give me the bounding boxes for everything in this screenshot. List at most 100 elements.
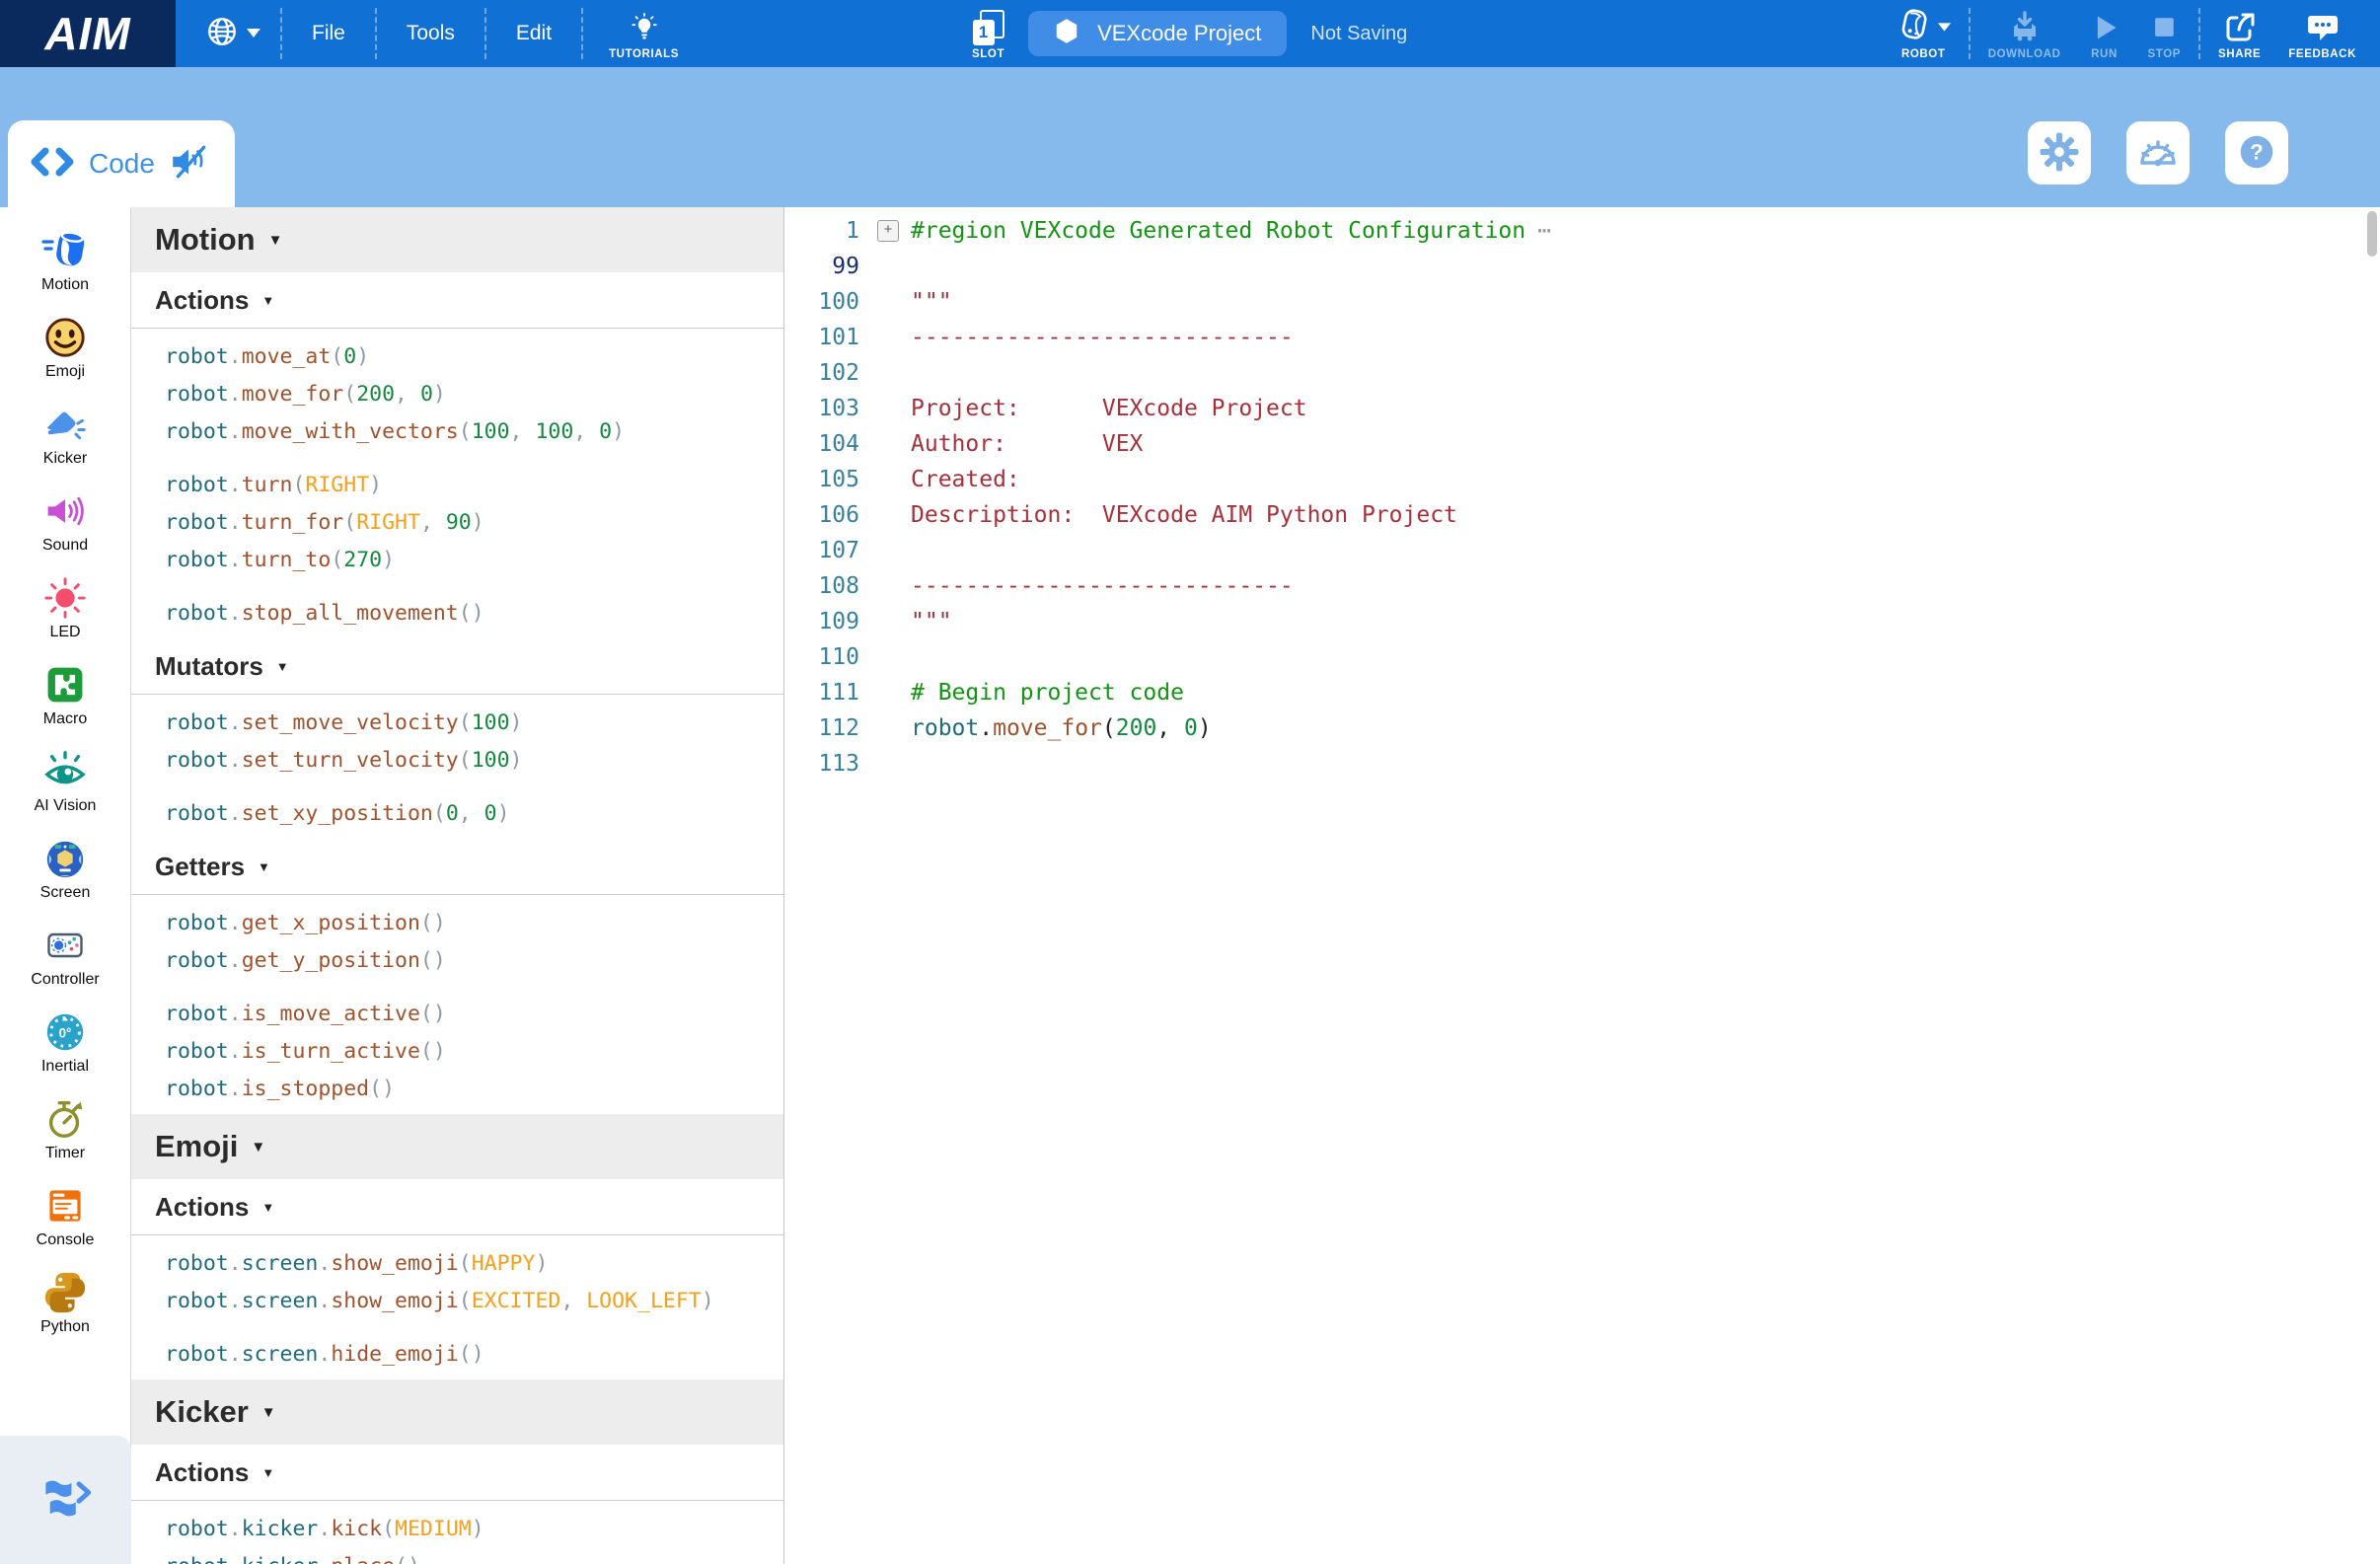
blocks-toggle-button[interactable] — [0, 1436, 131, 1564]
download-button[interactable]: DOWNLOAD — [1974, 0, 2075, 67]
editor-line[interactable]: 99 — [784, 249, 2380, 284]
editor-line[interactable]: 100""" — [784, 284, 2380, 320]
palette-command[interactable]: robot.move_with_vectors(100, 100, 0) — [131, 413, 783, 451]
motion-icon — [41, 227, 89, 274]
code-token: HAPPY — [472, 1251, 536, 1276]
sidebar-item-macro[interactable]: Macro — [0, 651, 130, 738]
sidebar-item-screen[interactable]: Screen — [0, 825, 130, 912]
sidebar-item-controller[interactable]: Controller — [0, 912, 130, 999]
sidebar-item-ai-vision[interactable]: AI Vision — [0, 738, 130, 825]
aim-logo[interactable]: AIM — [0, 0, 176, 67]
editor-line[interactable]: 105Created: — [784, 462, 2380, 497]
palette-command[interactable]: robot.turn_to(270) — [131, 542, 783, 579]
help-button[interactable]: ? — [2225, 121, 2288, 185]
sidebar-item-sound[interactable]: Sound — [0, 478, 130, 564]
sidebar-item-label: LED — [49, 624, 80, 641]
editor-line[interactable]: 107 — [784, 533, 2380, 568]
device-dashboard-button[interactable] — [2126, 121, 2190, 185]
code-token: , — [395, 382, 420, 407]
project-name-button[interactable]: VEXcode Project — [1028, 11, 1287, 56]
code-token: ) — [1198, 715, 1212, 741]
sidebar-item-emoji[interactable]: Emoji — [0, 304, 130, 391]
palette-section-emoji[interactable]: Emoji▼ — [131, 1114, 783, 1179]
editor-line[interactable]: 103Project: VEXcode Project — [784, 391, 2380, 426]
editor-line[interactable]: 1+#region VEXcode Generated Robot Config… — [784, 213, 2380, 249]
palette-group-motion-actions[interactable]: Actions▼ — [131, 272, 783, 329]
palette-command[interactable]: robot.turn(RIGHT) — [131, 467, 783, 504]
code-token: 200 — [356, 382, 395, 407]
code-token: . — [229, 344, 242, 369]
sidebar-item-console[interactable]: Console — [0, 1172, 130, 1259]
palette-command[interactable]: robot.screen.show_emoji(EXCITED, LOOK_LE… — [131, 1283, 783, 1320]
sidebar-item-timer[interactable]: Timer — [0, 1085, 130, 1172]
palette-group-motion-getters[interactable]: Getters▼ — [131, 839, 783, 895]
palette-command[interactable]: robot.move_at(0) — [131, 338, 783, 376]
editor-line[interactable]: 113 — [784, 746, 2380, 782]
project-name: VEXcode Project — [1097, 21, 1261, 46]
palette-command[interactable]: robot.move_for(200, 0) — [131, 376, 783, 413]
code-editor[interactable]: 1+#region VEXcode Generated Robot Config… — [784, 207, 2380, 1564]
palette-command[interactable]: robot.stop_all_movement() — [131, 595, 783, 633]
settings-button[interactable] — [2028, 121, 2091, 185]
palette-command[interactable]: robot.is_move_active() — [131, 996, 783, 1033]
palette-command[interactable]: robot.get_y_position() — [131, 942, 783, 980]
robot-button[interactable]: ROBOT — [1883, 0, 1965, 67]
code-token: () — [459, 601, 484, 626]
tutorials-button[interactable]: TUTORIALS — [587, 0, 701, 67]
sidebar-item-led[interactable]: LED — [0, 564, 130, 651]
palette-command[interactable]: robot.set_xy_position(0, 0) — [131, 795, 783, 833]
sidebar-item-python[interactable]: Python — [0, 1259, 130, 1346]
editor-line[interactable]: 104Author: VEX — [784, 426, 2380, 462]
sidebar-item-label: Sound — [42, 537, 88, 555]
feedback-button[interactable]: FEEDBACK — [2274, 0, 2370, 67]
palette-section-motion[interactable]: Motion▼ — [131, 207, 783, 272]
share-button[interactable]: SHARE — [2204, 0, 2274, 67]
editor-line[interactable]: 112robot.move_for(200, 0) — [784, 710, 2380, 746]
code-token: 100 — [472, 748, 510, 773]
palette-command[interactable]: robot.is_stopped() — [131, 1071, 783, 1108]
palette-command[interactable]: robot.set_move_velocity(100) — [131, 705, 783, 742]
palette-command[interactable]: robot.turn_for(RIGHT, 90) — [131, 504, 783, 542]
sidebar-item-motion[interactable]: Motion — [0, 217, 130, 304]
editor-line[interactable]: 102 — [784, 355, 2380, 391]
line-number: 110 — [784, 639, 859, 675]
menu-edit[interactable]: Edit — [490, 0, 577, 67]
sidebar-item-inertial[interactable]: 0°Inertial — [0, 999, 130, 1085]
caret-down-icon: ▼ — [276, 659, 289, 674]
editor-line[interactable]: 101---------------------------- — [784, 320, 2380, 355]
palette-command[interactable]: robot.get_x_position() — [131, 905, 783, 942]
editor-line[interactable]: 106Description: VEXcode AIM Python Proje… — [784, 497, 2380, 533]
slot-button[interactable]: 1 SLOT — [972, 0, 1004, 67]
editor-scrollbar-thumb[interactable] — [2367, 211, 2377, 257]
code-token: """ — [911, 609, 952, 634]
code-token: robot — [165, 382, 229, 407]
editor-line[interactable]: 111# Begin project code — [784, 675, 2380, 710]
tab-code[interactable]: Code — [8, 120, 235, 207]
palette-group-emoji-actions[interactable]: Actions▼ — [131, 1179, 783, 1235]
palette-command[interactable]: robot.screen.show_emoji(HAPPY) — [131, 1245, 783, 1283]
line-number: 99 — [784, 249, 859, 284]
palette-command[interactable]: robot.set_turn_velocity(100) — [131, 742, 783, 780]
sidebar-item-kicker[interactable]: Kicker — [0, 391, 130, 478]
run-button[interactable]: RUN — [2075, 0, 2134, 67]
palette-command[interactable]: robot.screen.hide_emoji() — [131, 1336, 783, 1374]
fold-region-button[interactable]: + — [877, 220, 899, 242]
menu-tools[interactable]: Tools — [381, 0, 481, 67]
menu-file[interactable]: File — [286, 0, 371, 67]
palette-command-cluster: robot.screen.hide_emoji() — [131, 1336, 783, 1374]
editor-line[interactable]: 110 — [784, 639, 2380, 675]
palette-command[interactable]: robot.kicker.kick(MEDIUM) — [131, 1511, 783, 1548]
editor-line[interactable]: 109""" — [784, 604, 2380, 639]
save-status: Not Saving — [1310, 23, 1407, 45]
editor-line[interactable]: 108---------------------------- — [784, 568, 2380, 604]
collapsed-region-ellipsis[interactable]: ⋯ — [1537, 218, 1551, 244]
palette-section-kicker[interactable]: Kicker▼ — [131, 1379, 783, 1445]
palette-command[interactable]: robot.is_turn_active() — [131, 1033, 783, 1071]
palette-group-kicker-actions[interactable]: Actions▼ — [131, 1445, 783, 1501]
stop-button[interactable]: STOP — [2134, 0, 2195, 67]
palette-command[interactable]: robot.kicker.place() — [131, 1548, 783, 1564]
palette-group-motion-mutators[interactable]: Mutators▼ — [131, 638, 783, 695]
code-token: 0 — [343, 344, 356, 369]
language-menu-button[interactable] — [189, 15, 276, 53]
sound-muted-icon[interactable] — [169, 145, 210, 184]
